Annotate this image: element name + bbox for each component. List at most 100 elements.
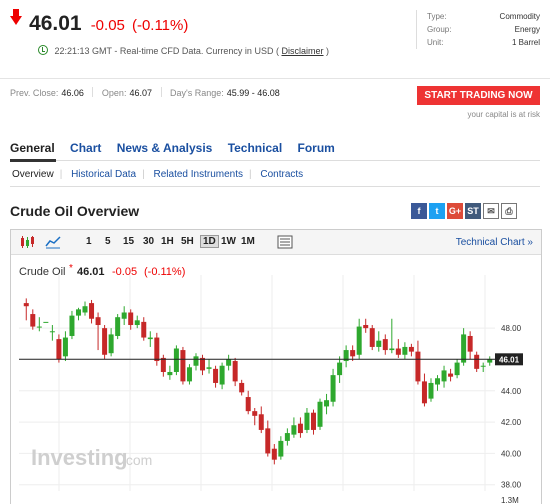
chart-legend-change-pct: (-0.11%)	[144, 266, 185, 278]
tab-technical[interactable]: Technical	[228, 141, 282, 155]
price-change-pct: (-0.11%)	[131, 17, 189, 34]
chart-legend-change: -0.05	[112, 266, 137, 278]
candle-up	[480, 365, 486, 367]
candle-down	[258, 414, 264, 430]
interval-1d[interactable]: 1D	[200, 235, 219, 248]
current-price-label: 46.01	[499, 355, 520, 364]
stocktwits-icon[interactable]: ST	[465, 203, 481, 219]
candle-up	[441, 370, 447, 382]
candle-down	[213, 368, 219, 383]
candle-up	[134, 320, 140, 326]
print-icon[interactable]: ⎙	[501, 203, 517, 219]
technical-chart-link[interactable]: Technical Chart »	[456, 237, 533, 248]
interval-1m[interactable]: 1M	[241, 236, 255, 247]
quote-stats: Prev. Close: 46.06 Open: 46.07 Day's Range…	[10, 87, 280, 98]
main-tabs: General Chart News & Analysis Technical …	[10, 141, 347, 155]
subtab-related[interactable]: Related Instruments	[154, 169, 244, 180]
interval-30[interactable]: 30	[143, 236, 154, 247]
candle-up	[43, 321, 49, 323]
candle-down	[252, 411, 258, 416]
candle-up	[284, 433, 290, 441]
candle-down	[421, 381, 427, 404]
candle-down	[310, 412, 316, 430]
candle-up	[82, 306, 88, 313]
active-tab-indicator	[10, 159, 56, 162]
prev-close-value: 46.06	[61, 88, 84, 98]
range-label: Day's Range:	[170, 88, 224, 98]
interval-5[interactable]: 5	[105, 236, 111, 247]
candle-down	[154, 337, 160, 362]
candle-down	[271, 448, 277, 460]
subtab-historical[interactable]: Historical Data	[71, 169, 136, 180]
candle-up	[278, 440, 284, 457]
candle-up	[402, 346, 408, 355]
clock-icon	[38, 45, 48, 55]
share-bar: f t G+ ST ✉ ⎙	[411, 203, 517, 219]
quote-meta: 22:21:13 GMT - Real-time CFD Data. Curre…	[38, 45, 329, 56]
interval-1w[interactable]: 1W	[221, 236, 236, 247]
candle-down	[350, 350, 356, 357]
price-chart[interactable]: Investing .com Crude Oil * 46.01 -0.05 (…	[11, 255, 541, 504]
line-chart-icon[interactable]	[45, 235, 61, 249]
candle-down	[102, 328, 108, 355]
interval-1[interactable]: 1	[86, 236, 92, 247]
chart-legend-price: 46.01	[77, 266, 105, 278]
candle-up	[317, 401, 323, 427]
quote-currency: USD	[254, 46, 274, 56]
candle-down	[408, 346, 414, 352]
interval-1h[interactable]: 1H	[161, 236, 174, 247]
candle-down	[180, 350, 186, 382]
candle-up	[461, 334, 467, 363]
candle-down	[297, 423, 303, 434]
candle-up	[115, 317, 121, 336]
investing-watermark: Investing .com	[31, 445, 152, 470]
chart-legend-name: Crude Oil	[19, 266, 65, 278]
email-icon[interactable]: ✉	[483, 203, 499, 219]
candle-up	[389, 348, 395, 351]
candle-down	[265, 428, 271, 454]
tab-news[interactable]: News & Analysis	[117, 141, 213, 155]
prev-close-label: Prev. Close:	[10, 88, 59, 98]
candlestick-icon[interactable]	[19, 235, 35, 249]
candle-up	[36, 326, 42, 328]
start-trading-button[interactable]: START TRADING NOW	[417, 86, 540, 105]
interval-5h[interactable]: 5H	[181, 236, 194, 247]
open-value: 46.07	[129, 88, 152, 98]
candle-down	[369, 328, 375, 347]
unit-value: 1 Barrel	[511, 38, 540, 47]
tab-chart[interactable]: Chart	[70, 141, 101, 155]
chart-container: 1 5 15 30 1H 5H 1D 1W 1M Technical Chart…	[10, 229, 542, 504]
subtab-contracts[interactable]: Contracts	[260, 169, 303, 180]
twitter-icon[interactable]: t	[429, 203, 445, 219]
facebook-icon[interactable]: f	[411, 203, 427, 219]
interval-15[interactable]: 15	[123, 236, 134, 247]
group-label: Group:	[427, 25, 452, 34]
candle-down	[448, 373, 454, 377]
candle-up	[324, 400, 330, 407]
group-value: Energy	[514, 25, 540, 34]
candle-up	[49, 331, 55, 333]
disclaimer-link[interactable]: Disclaimer	[282, 46, 324, 56]
candle-down	[382, 339, 388, 351]
candle-down	[467, 335, 473, 352]
candles	[23, 298, 493, 465]
candle-up	[304, 412, 310, 430]
settings-table-icon[interactable]	[277, 235, 293, 249]
open-label: Open:	[101, 88, 127, 98]
price-change: -0.05	[90, 17, 125, 34]
chart-toolbar: 1 5 15 30 1H 5H 1D 1W 1M Technical Chart…	[11, 230, 541, 255]
subtab-overview[interactable]: Overview	[12, 169, 54, 180]
candle-up	[454, 362, 460, 376]
tab-general[interactable]: General	[10, 141, 55, 155]
disclaimer-open: (	[275, 46, 279, 56]
y-tick-label: 48.00	[501, 324, 522, 333]
disclaimer-close: )	[326, 46, 330, 56]
candle-up	[186, 367, 192, 382]
unit-label: Unit:	[427, 38, 444, 47]
candle-down	[30, 314, 36, 327]
divider	[0, 78, 550, 79]
tab-forum[interactable]: Forum	[298, 141, 335, 155]
google-plus-icon[interactable]: G+	[447, 203, 463, 219]
candle-down	[23, 303, 29, 307]
candle-up	[376, 340, 382, 347]
